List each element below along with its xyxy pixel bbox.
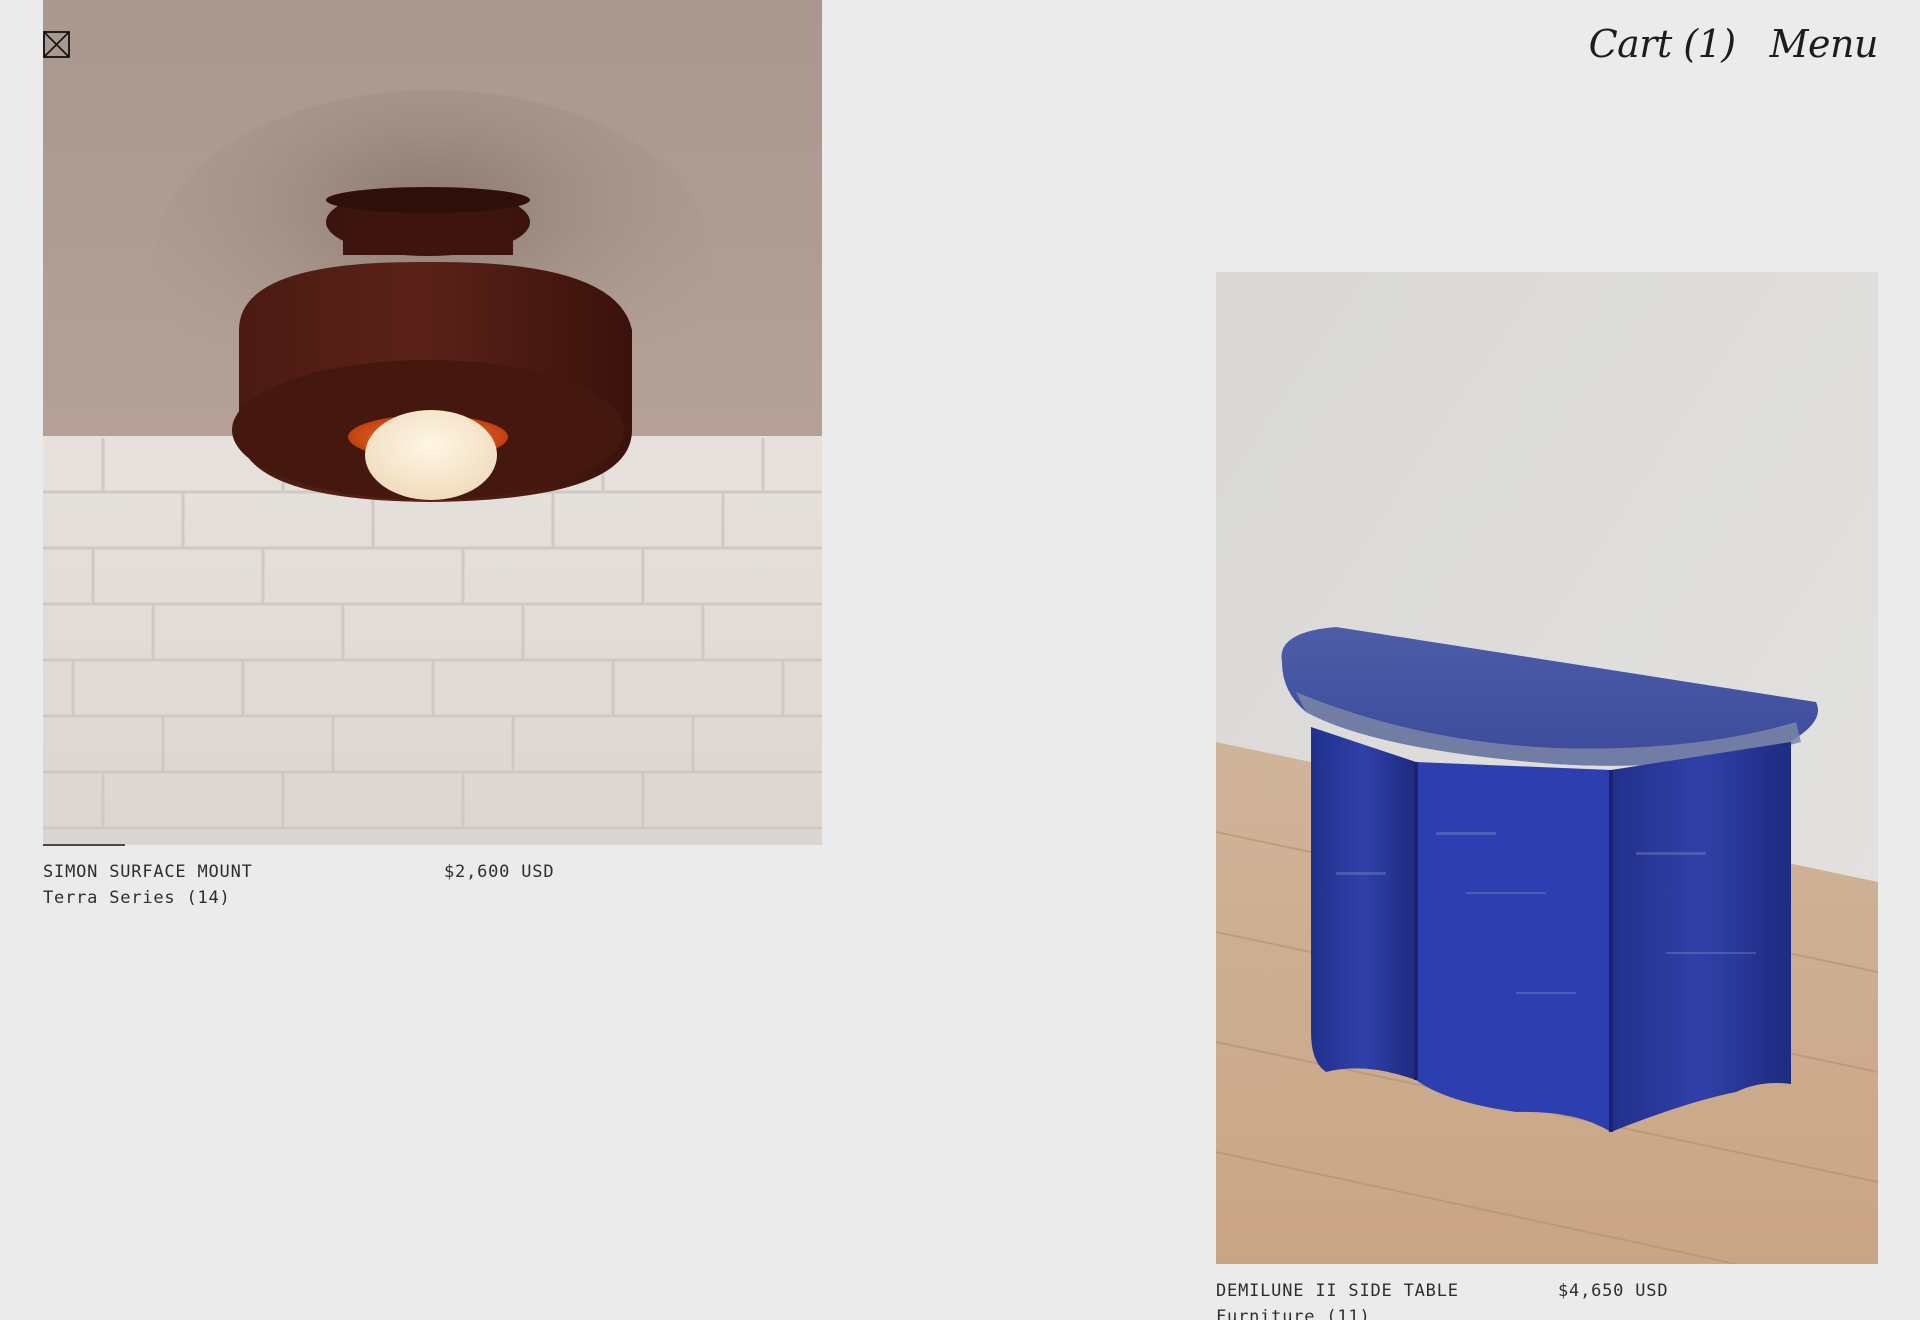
top-nav: Cart (1) Menu (1589, 22, 1879, 66)
product-name[interactable]: SIMON SURFACE MOUNT (43, 859, 423, 885)
product-card-demilune-ii-side-table[interactable]: DEMILUNE II SIDE TABLE Furniture (11) $4… (1216, 272, 1878, 1320)
ceiling-lamp-photo[interactable] (43, 0, 822, 845)
menu-button[interactable]: Menu (1770, 22, 1879, 66)
image-divider (43, 844, 125, 846)
product-price: $2,600 USD (444, 862, 555, 882)
logo-icon[interactable] (43, 31, 70, 58)
product-name[interactable]: DEMILUNE II SIDE TABLE (1216, 1278, 1546, 1304)
product-caption: DEMILUNE II SIDE TABLE Furniture (11) (1216, 1278, 1546, 1320)
product-card-simon-surface-mount[interactable]: SIMON SURFACE MOUNT Terra Series (14) $2… (43, 0, 822, 920)
product-series[interactable]: Terra Series (14) (43, 885, 423, 911)
product-price: $4,650 USD (1558, 1281, 1669, 1301)
product-series[interactable]: Furniture (11) (1216, 1304, 1546, 1320)
product-caption: SIMON SURFACE MOUNT Terra Series (14) (43, 859, 423, 911)
blue-side-table-photo[interactable] (1216, 272, 1878, 1264)
cart-link[interactable]: Cart (1) (1589, 22, 1737, 66)
